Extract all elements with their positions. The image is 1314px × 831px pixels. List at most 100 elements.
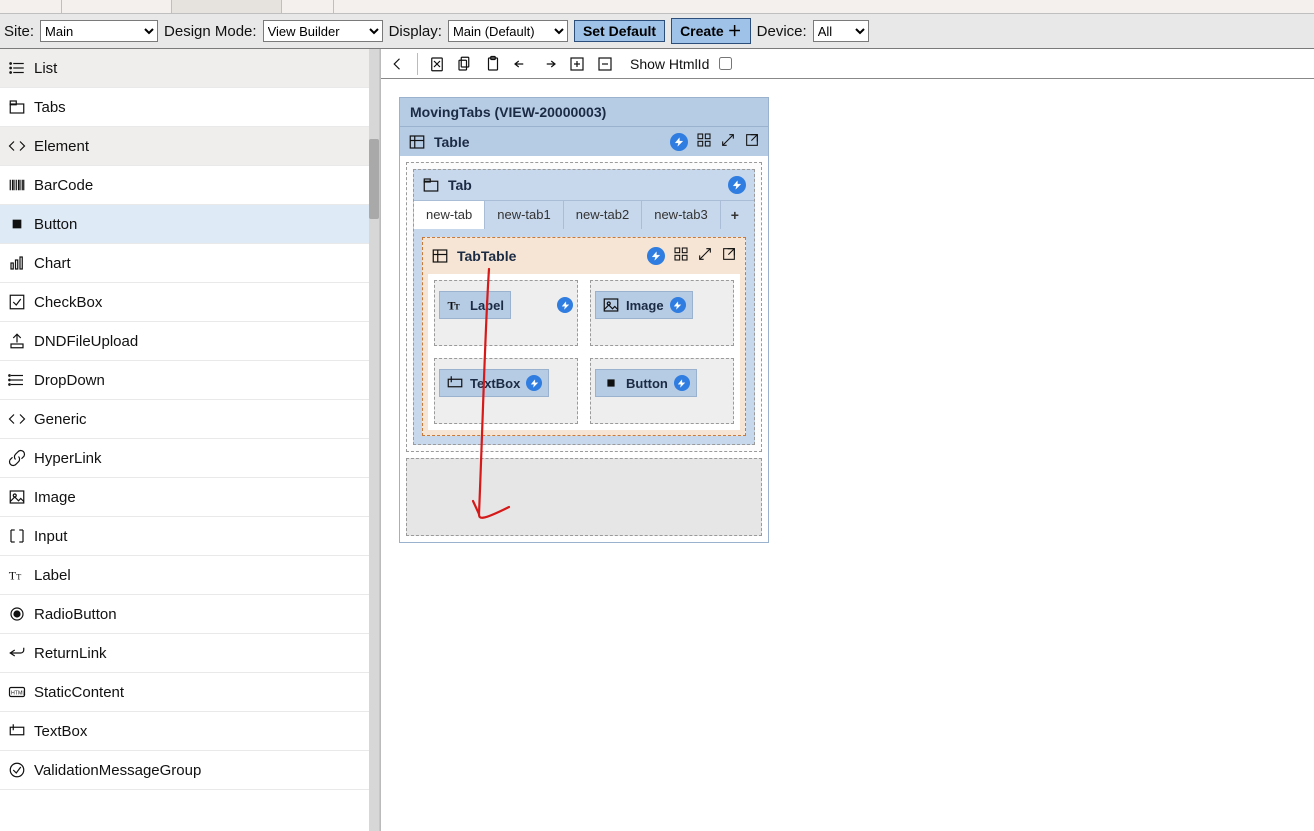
show-htmlid-checkbox[interactable] — [719, 57, 732, 70]
label-icon: TT — [8, 566, 26, 584]
expand-diag-icon[interactable] — [720, 132, 736, 151]
sidebar-item-button[interactable]: Button — [0, 205, 369, 244]
sidebar-item-image[interactable]: Image — [0, 478, 369, 517]
device-select[interactable]: All — [813, 20, 869, 42]
sidebar-item-label: DNDFileUpload — [34, 333, 138, 350]
sidebar-item-returnlink[interactable]: ReturnLink — [0, 634, 369, 673]
link-icon — [8, 449, 26, 467]
table-cell[interactable]: Button — [590, 358, 734, 424]
sidebar-item-tabs[interactable]: Tabs — [0, 88, 369, 127]
sidebar-item-list[interactable]: List — [0, 49, 369, 88]
add-box-icon[interactable] — [564, 51, 590, 77]
tab-widget[interactable]: Tab new-tab new-tab1 new-tab2 new-tab3 + — [413, 169, 755, 445]
tab-stub[interactable] — [62, 0, 172, 13]
paste-icon[interactable] — [480, 51, 506, 77]
back-icon[interactable] — [385, 51, 411, 77]
return-icon — [8, 644, 26, 662]
sidebar-item-dndfileupload[interactable]: DNDFileUpload — [0, 322, 369, 361]
table-cell[interactable]: Image — [590, 280, 734, 346]
table-icon — [431, 247, 449, 265]
sidebar-item-validationmessagegroup[interactable]: ValidationMessageGroup — [0, 751, 369, 790]
svg-text:T: T — [454, 303, 460, 312]
sidebar-item-textbox[interactable]: TextBox — [0, 712, 369, 751]
create-button[interactable]: Create＋ — [671, 18, 751, 44]
sidebar-item-label: BarCode — [34, 177, 93, 194]
textbox-icon — [446, 374, 464, 392]
design-canvas[interactable]: MovingTabs (VIEW-20000003) Table — [381, 79, 1314, 831]
tab-stub[interactable] — [0, 0, 62, 13]
empty-drop-cell[interactable] — [406, 458, 762, 536]
zap-icon[interactable] — [670, 133, 688, 151]
button-icon — [8, 215, 26, 233]
add-tab-button[interactable]: + — [721, 201, 749, 229]
table-cell[interactable]: TT Label — [434, 280, 578, 346]
radio-icon — [8, 605, 26, 623]
design-canvas-panel: Show HtmlId MovingTabs (VIEW-20000003) T… — [380, 49, 1314, 831]
zap-icon[interactable] — [670, 297, 686, 313]
delete-icon[interactable] — [424, 51, 450, 77]
undo-icon[interactable] — [508, 51, 534, 77]
sidebar-item-label: ReturnLink — [34, 645, 107, 662]
label-widget: TT Label — [439, 291, 511, 319]
sidebar-item-staticcontent[interactable]: HTMLStaticContent — [0, 673, 369, 712]
tab-item[interactable]: new-tab1 — [485, 201, 563, 229]
sidebar-item-label: List — [34, 60, 57, 77]
display-select[interactable]: Main (Default) — [448, 20, 568, 42]
grid-icon[interactable] — [696, 132, 712, 151]
redo-icon[interactable] — [536, 51, 562, 77]
zap-icon[interactable] — [728, 176, 746, 194]
sidebar-item-label: Button — [34, 216, 77, 233]
sidebar-item-generic[interactable]: Generic — [0, 400, 369, 439]
grid-icon[interactable] — [673, 246, 689, 265]
sidebar-item-input[interactable]: Input — [0, 517, 369, 556]
tab-item[interactable]: new-tab3 — [642, 201, 720, 229]
label-icon: TT — [446, 296, 464, 314]
main-toolbar: Site: Main Design Mode: View Builder Dis… — [0, 14, 1314, 49]
canvas-toolbar: Show HtmlId — [381, 49, 1314, 79]
tab-icon — [8, 98, 26, 116]
sidebar-item-barcode[interactable]: BarCode — [0, 166, 369, 205]
scroll-thumb[interactable] — [369, 139, 379, 219]
code-icon — [8, 137, 26, 155]
remove-box-icon[interactable] — [592, 51, 618, 77]
tab-item[interactable]: new-tab2 — [564, 201, 642, 229]
tab-stub[interactable] — [172, 0, 282, 13]
view-widget[interactable]: MovingTabs (VIEW-20000003) Table — [399, 97, 769, 543]
list-icon — [8, 59, 26, 77]
button-widget: Button — [595, 369, 697, 397]
chip-label: TextBox — [470, 376, 520, 391]
sidebar-item-hyperlink[interactable]: HyperLink — [0, 439, 369, 478]
tab-strip: new-tab new-tab1 new-tab2 new-tab3 + — [414, 200, 754, 229]
sidebar-item-label: Input — [34, 528, 67, 545]
sidebar-item-label[interactable]: TTLabel — [0, 556, 369, 595]
sidebar-item-radiobutton[interactable]: RadioButton — [0, 595, 369, 634]
tab-stub[interactable] — [282, 0, 334, 13]
zap-icon[interactable] — [526, 375, 542, 391]
sidebar-scrollbar[interactable] — [369, 49, 379, 831]
sidebar-item-chart[interactable]: Chart — [0, 244, 369, 283]
sidebar-item-dropdown[interactable]: DropDown — [0, 361, 369, 400]
sidebar-item-element[interactable]: Element — [0, 127, 369, 166]
sidebar-item-checkbox[interactable]: CheckBox — [0, 283, 369, 322]
tab-label: Tab — [448, 177, 472, 193]
zap-icon[interactable] — [674, 375, 690, 391]
design-mode-select[interactable]: View Builder — [263, 20, 383, 42]
open-external-icon[interactable] — [744, 132, 760, 151]
table-header[interactable]: Table — [400, 126, 768, 156]
table-cell[interactable]: TextBox — [434, 358, 578, 424]
table-icon — [408, 133, 426, 151]
set-default-button[interactable]: Set Default — [574, 20, 665, 42]
barcode-icon — [8, 176, 26, 194]
sidebar-item-label: ValidationMessageGroup — [34, 762, 201, 779]
open-external-icon[interactable] — [721, 246, 737, 265]
zap-icon[interactable] — [557, 297, 573, 313]
expand-diag-icon[interactable] — [697, 246, 713, 265]
site-select[interactable]: Main — [40, 20, 158, 42]
tabtable-widget[interactable]: TabTable — [422, 237, 746, 436]
sidebar-item-label: Image — [34, 489, 76, 506]
table-cell[interactable]: Tab new-tab new-tab1 new-tab2 new-tab3 + — [406, 162, 762, 452]
zap-icon[interactable] — [647, 247, 665, 265]
tab-item[interactable]: new-tab — [414, 200, 485, 229]
copy-icon[interactable] — [452, 51, 478, 77]
svg-text:HTML: HTML — [11, 690, 25, 696]
